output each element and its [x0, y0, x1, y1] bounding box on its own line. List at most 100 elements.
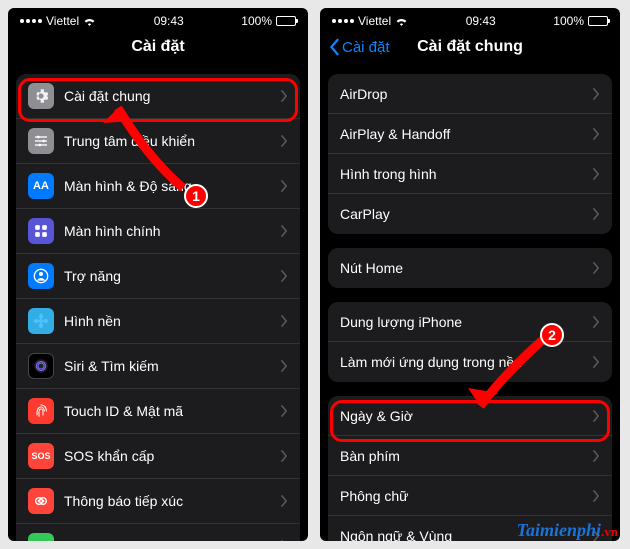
chevron-right-icon [281, 180, 288, 192]
status-bar: Viettel 09:43 100% [8, 8, 308, 30]
back-label: Cài đặt [342, 39, 390, 56]
chevron-right-icon [281, 450, 288, 462]
SOS-icon: SOS [28, 443, 54, 469]
battery-icon [28, 533, 54, 541]
row-label: SOS khẩn cấp [64, 448, 281, 464]
chevron-right-icon [593, 88, 600, 100]
battery-icon [276, 16, 296, 26]
row-battery[interactable]: Pin [16, 524, 300, 541]
row-label: Trợ năng [64, 268, 281, 284]
chevron-right-icon [593, 208, 600, 220]
row-label: Màn hình & Độ sáng [64, 178, 281, 194]
row-label: Dung lượng iPhone [340, 314, 593, 330]
back-button[interactable]: Cài đặt [328, 38, 390, 56]
chevron-right-icon [281, 225, 288, 237]
chevron-right-icon [593, 356, 600, 368]
row-date-time[interactable]: Ngày & Giờ [328, 396, 612, 436]
status-bar: Viettel 09:43 100% [320, 8, 620, 30]
row-pip[interactable]: Hình trong hình [328, 154, 612, 194]
carrier-label: Viettel [46, 14, 79, 28]
page-title: Cài đặt [131, 38, 184, 56]
row-label: AirPlay & Handoff [340, 126, 593, 142]
chevron-right-icon [593, 450, 600, 462]
row-label: Cài đặt chung [64, 88, 281, 104]
row-home-button[interactable]: Nút Home [328, 248, 612, 288]
chevron-right-icon [593, 262, 600, 274]
row-label: Touch ID & Mật mã [64, 403, 281, 419]
row-display[interactable]: AA Màn hình & Độ sáng [16, 164, 300, 209]
clock-label: 09:43 [154, 14, 184, 28]
page-title: Cài đặt chung [417, 38, 523, 56]
row-touchid[interactable]: Touch ID & Mật mã [16, 389, 300, 434]
person-icon [28, 263, 54, 289]
row-label: Hình nền [64, 313, 281, 329]
signal-icon [332, 19, 354, 23]
row-home-screen[interactable]: Màn hình chính [16, 209, 300, 254]
row-label: AirDrop [340, 86, 593, 102]
wifi-icon [395, 16, 408, 26]
settings-list[interactable]: Cài đặt chung Trung tâm điều khiển AA Màn h… [8, 66, 308, 541]
row-label: Ngày & Giờ [340, 408, 593, 424]
chevron-right-icon [593, 410, 600, 422]
row-label: Bàn phím [340, 448, 593, 464]
row-label: Màn hình chính [64, 223, 281, 239]
row-general[interactable]: Cài đặt chung [16, 74, 300, 119]
chevron-right-icon [593, 316, 600, 328]
watermark: Taimienphi.vn [517, 520, 618, 541]
battery-icon [588, 16, 608, 26]
row-label: CarPlay [340, 206, 593, 222]
row-storage[interactable]: Dung lượng iPhone [328, 302, 612, 342]
row-control-center[interactable]: Trung tâm điều khiển [16, 119, 300, 164]
AA-icon: AA [28, 173, 54, 199]
row-airplay[interactable]: AirPlay & Handoff [328, 114, 612, 154]
chevron-right-icon [281, 315, 288, 327]
row-wallpaper[interactable]: Hình nền [16, 299, 300, 344]
sliders-icon [28, 128, 54, 154]
gear-icon [28, 83, 54, 109]
chevron-right-icon [281, 270, 288, 282]
row-label: Nút Home [340, 260, 593, 276]
watermark-tld: .vn [601, 524, 618, 539]
chevron-right-icon [281, 405, 288, 417]
row-label: Phông chữ [340, 488, 593, 504]
battery-percent: 100% [553, 14, 584, 28]
chevron-right-icon [593, 490, 600, 502]
clock-label: 09:43 [466, 14, 496, 28]
chevron-right-icon [281, 135, 288, 147]
grid-icon [28, 218, 54, 244]
row-label: Thông báo tiếp xúc [64, 493, 281, 509]
finger-icon [28, 398, 54, 424]
row-keyboard[interactable]: Bàn phím [328, 436, 612, 476]
row-exposure[interactable]: Thông báo tiếp xúc [16, 479, 300, 524]
row-label: Hình trong hình [340, 166, 593, 182]
row-airdrop[interactable]: AirDrop [328, 74, 612, 114]
chevron-right-icon [593, 128, 600, 140]
row-label: Siri & Tìm kiếm [64, 358, 281, 374]
general-list[interactable]: AirDrop AirPlay & Handoff Hình trong hình C… [320, 66, 620, 541]
battery-percent: 100% [241, 14, 272, 28]
phone-left-settings: Viettel 09:43 100% Cài đặt Cài đặt chung… [8, 8, 308, 541]
chevron-right-icon [593, 168, 600, 180]
wifi-icon [83, 16, 96, 26]
row-label: Trung tâm điều khiển [64, 133, 281, 149]
row-siri[interactable]: Siri & Tìm kiếm [16, 344, 300, 389]
exposure-icon [28, 488, 54, 514]
row-fonts[interactable]: Phông chữ [328, 476, 612, 516]
chevron-right-icon [281, 90, 288, 102]
nav-bar: Cài đặt [8, 30, 308, 66]
chevron-right-icon [281, 540, 288, 541]
nav-bar: Cài đặt Cài đặt chung [320, 30, 620, 66]
chevron-right-icon [281, 360, 288, 372]
signal-icon [20, 19, 42, 23]
carrier-label: Viettel [358, 14, 391, 28]
phone-right-general: Viettel 09:43 100% Cài đặt Cài đặt chung… [320, 8, 620, 541]
row-accessibility[interactable]: Trợ năng [16, 254, 300, 299]
row-carplay[interactable]: CarPlay [328, 194, 612, 234]
row-sos[interactable]: SOS SOS khẩn cấp [16, 434, 300, 479]
siri-icon [28, 353, 54, 379]
chevron-left-icon [328, 38, 340, 56]
row-background-refresh[interactable]: Làm mới ứng dụng trong nền [328, 342, 612, 382]
watermark-brand: Taimienphi [517, 520, 601, 540]
flower-icon [28, 308, 54, 334]
chevron-right-icon [281, 495, 288, 507]
